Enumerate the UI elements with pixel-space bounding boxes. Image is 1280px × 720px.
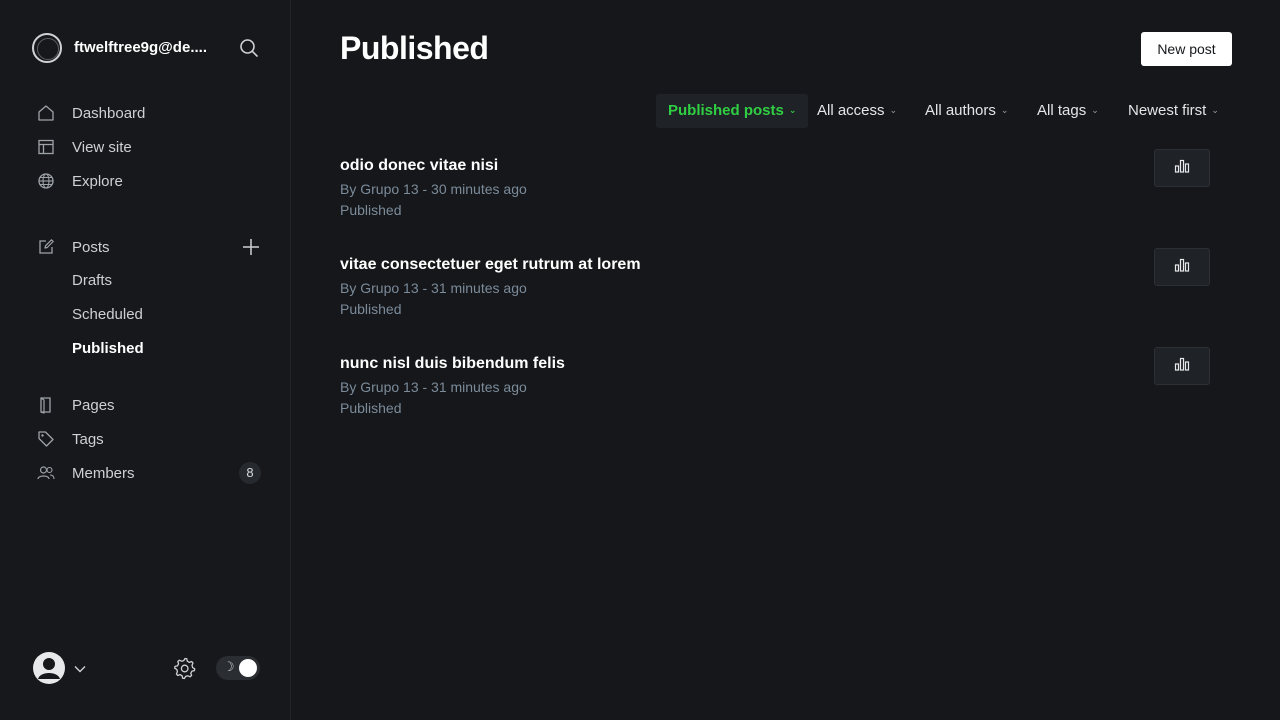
status-badge: Published (340, 301, 402, 317)
chevron-down-icon: ⌄ (1211, 105, 1219, 116)
gear-icon[interactable] (173, 656, 197, 680)
sidebar: ftwelftree9g@de.... Dashboard View site … (0, 0, 291, 720)
status-badge: Published (340, 400, 402, 416)
edit-icon (36, 237, 56, 257)
sidebar-item-dashboard[interactable]: Dashboard (36, 101, 262, 125)
sidebar-item-scheduled[interactable]: Scheduled (72, 306, 143, 323)
theme-toggle[interactable]: ☽ (216, 656, 260, 680)
home-icon (36, 103, 56, 123)
post-meta: By Grupo 13 - 31 minutes ago (340, 379, 527, 395)
site-logo[interactable] (32, 33, 62, 63)
bar-chart-icon (1174, 159, 1190, 178)
post-title[interactable]: vitae consectetuer eget rutrum at lorem (340, 256, 641, 274)
sidebar-item-label: Dashboard (72, 104, 146, 122)
layout-icon (36, 137, 56, 157)
add-post-icon[interactable] (240, 236, 262, 258)
post-title[interactable]: odio donec vitae nisi (340, 157, 498, 175)
chevron-down-icon: ⌄ (1000, 105, 1009, 116)
filter-label: All tags (1037, 102, 1087, 119)
sidebar-item-label: Members (72, 464, 135, 482)
sidebar-item-label: Tags (72, 430, 104, 448)
filter-tags-dropdown[interactable]: All tags ⌄ (1037, 94, 1099, 128)
globe-icon (36, 171, 56, 191)
sidebar-item-drafts[interactable]: Drafts (72, 272, 112, 289)
list-item[interactable]: vitae consectetuer eget rutrum at lorem … (340, 248, 1220, 326)
list-item[interactable]: odio donec vitae nisi By Grupo 13 - 30 m… (340, 149, 1220, 227)
filter-authors-dropdown[interactable]: All authors ⌄ (925, 94, 1008, 128)
sidebar-item-label: Posts (72, 238, 110, 256)
bar-chart-icon (1174, 357, 1190, 376)
status-badge: Published (340, 202, 402, 218)
toggle-knob (239, 659, 257, 677)
sidebar-item-posts[interactable]: Posts (36, 235, 226, 259)
site-title[interactable]: ftwelftree9g@de.... (74, 39, 220, 56)
sidebar-item-published[interactable]: Published (72, 340, 144, 357)
sort-order-dropdown[interactable]: Newest first ⌄ (1128, 94, 1219, 128)
sidebar-item-tags[interactable]: Tags (36, 427, 262, 451)
post-analytics-button[interactable] (1154, 248, 1210, 286)
members-icon (36, 463, 56, 483)
list-item[interactable]: nunc nisl duis bibendum felis By Grupo 1… (340, 347, 1220, 425)
chevron-down-icon: ⌄ (788, 105, 797, 116)
filter-access-dropdown[interactable]: All access ⌄ (817, 94, 897, 128)
filter-label: All authors (925, 102, 996, 119)
chevron-down-icon[interactable] (74, 662, 86, 674)
moon-icon: ☽ (223, 659, 235, 674)
sidebar-item-members[interactable]: Members (36, 461, 226, 485)
post-analytics-button[interactable] (1154, 347, 1210, 385)
post-analytics-button[interactable] (1154, 149, 1210, 187)
tag-icon (36, 429, 56, 449)
members-count-badge: 8 (239, 462, 261, 484)
post-meta: By Grupo 13 - 31 minutes ago (340, 280, 527, 296)
new-post-button[interactable]: New post (1141, 32, 1232, 66)
site-header: ftwelftree9g@de.... (32, 32, 262, 64)
page-icon (36, 395, 56, 415)
filter-label: Published posts (668, 102, 784, 119)
sidebar-item-label: Pages (72, 396, 115, 414)
avatar[interactable] (32, 651, 66, 685)
page-title: Published (340, 30, 489, 66)
sidebar-item-view-site[interactable]: View site (36, 135, 262, 159)
bar-chart-icon (1174, 258, 1190, 277)
filter-type-dropdown[interactable]: Published posts ⌄ (656, 94, 809, 128)
post-meta: By Grupo 13 - 30 minutes ago (340, 181, 527, 197)
sidebar-item-explore[interactable]: Explore (36, 169, 262, 193)
filter-label: All access (817, 102, 885, 119)
search-icon[interactable] (238, 37, 260, 59)
sidebar-item-pages[interactable]: Pages (36, 393, 262, 417)
chevron-down-icon: ⌄ (1091, 105, 1099, 116)
post-title[interactable]: nunc nisl duis bibendum felis (340, 355, 565, 373)
sidebar-item-label: Explore (72, 172, 123, 190)
filter-label: Newest first (1128, 102, 1207, 119)
chevron-down-icon: ⌄ (889, 105, 898, 116)
sidebar-item-label: View site (72, 138, 132, 156)
